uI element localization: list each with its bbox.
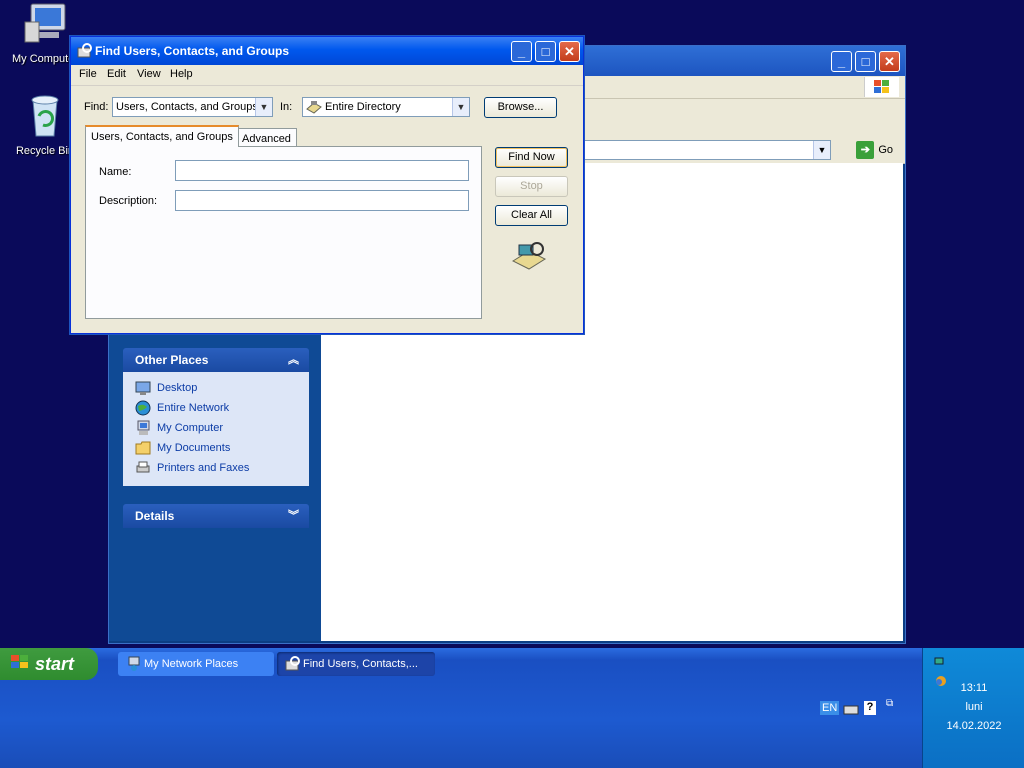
details-title: Details xyxy=(135,509,175,523)
maximize-button[interactable]: □ xyxy=(855,51,876,72)
windows-flag-icon xyxy=(10,649,30,681)
place-link-entire-network[interactable]: Entire Network xyxy=(135,398,309,418)
menu-view[interactable]: View xyxy=(137,68,161,80)
chevron-down-icon[interactable]: ▼ xyxy=(255,98,272,116)
address-dropdown-icon[interactable]: ▼ xyxy=(813,141,830,159)
browse-button[interactable]: Browse... xyxy=(484,97,557,118)
name-label: Name: xyxy=(99,166,132,178)
menu-edit[interactable]: Edit xyxy=(107,68,126,80)
system-tray: 13:11 luni 14.02.2022 xyxy=(922,648,1024,768)
start-label: start xyxy=(35,654,75,674)
clock-date: 14.02.2022 xyxy=(946,720,1002,732)
other-places-panel: Other Places ︽ Desktop Entire Network My… xyxy=(123,348,309,486)
menu-help[interactable]: Help xyxy=(170,68,193,80)
place-link-my-documents[interactable]: My Documents xyxy=(135,438,309,458)
printer-icon xyxy=(135,460,151,476)
minimize-button[interactable]: _ xyxy=(511,41,532,62)
my-documents-icon xyxy=(135,440,151,456)
network-globe-icon xyxy=(135,400,151,416)
tab-panel: Name: Description: xyxy=(85,146,482,319)
network-places-icon xyxy=(126,656,142,681)
name-field[interactable] xyxy=(175,160,469,181)
dialog-menu-bar: File Edit View Help xyxy=(71,65,583,86)
clock-day: luni xyxy=(965,701,983,713)
details-panel: Details ︾ xyxy=(123,504,309,528)
place-link-label: My Computer xyxy=(157,422,224,434)
taskbar: start My Network Places Find Users, Cont… xyxy=(0,648,1024,768)
go-button[interactable]: ➔ Go xyxy=(856,140,893,160)
start-button[interactable]: start xyxy=(0,648,98,680)
other-places-header[interactable]: Other Places ︽ xyxy=(123,348,309,372)
search-scope-select[interactable]: Entire Directory ▼ xyxy=(302,97,470,117)
restore-down-icon[interactable]: ⧉ xyxy=(886,698,893,709)
other-places-title: Other Places xyxy=(135,353,209,367)
find-type-select[interactable]: Users, Contacts, and Groups ▼ xyxy=(112,97,273,117)
taskbar-button-network-places[interactable]: My Network Places xyxy=(118,652,274,676)
taskbar-button-label: Find Users, Contacts,... xyxy=(303,658,418,670)
in-label: In: xyxy=(280,101,293,113)
search-scope-value: Entire Directory xyxy=(325,101,401,113)
my-computer-icon xyxy=(135,420,151,436)
clear-all-button[interactable]: Clear All xyxy=(495,205,568,226)
windows-logo-icon xyxy=(864,77,899,97)
stop-button[interactable]: Stop xyxy=(495,176,568,197)
place-link-label: Desktop xyxy=(157,382,198,394)
find-now-button[interactable]: Find Now xyxy=(495,147,568,168)
tab-users-contacts-groups[interactable]: Users, Contacts, and Groups xyxy=(85,125,239,147)
collapse-chevron-icon[interactable]: ︽ xyxy=(288,348,299,372)
place-link-label: Printers and Faxes xyxy=(157,462,250,474)
clock-time[interactable]: 13:11 xyxy=(923,682,1024,694)
dialog-title: Find Users, Contacts, and Groups xyxy=(95,44,290,58)
keyboard-icon[interactable] xyxy=(843,704,859,719)
taskbar-button-find-users[interactable]: Find Users, Contacts,... xyxy=(277,652,435,676)
help-icon[interactable]: ? xyxy=(864,701,876,715)
description-label: Description: xyxy=(99,195,158,207)
find-users-icon xyxy=(285,656,301,681)
taskbar-button-label: My Network Places xyxy=(144,658,239,670)
minimize-button[interactable]: _ xyxy=(831,51,852,72)
details-header[interactable]: Details ︾ xyxy=(123,504,309,528)
place-link-label: My Documents xyxy=(157,442,231,454)
find-label: Find: xyxy=(84,101,109,113)
close-button[interactable]: ✕ xyxy=(559,41,580,62)
desktop-icon xyxy=(135,380,151,396)
description-field[interactable] xyxy=(175,190,469,211)
tab-advanced[interactable]: Advanced xyxy=(236,128,297,148)
network-tray-icon[interactable] xyxy=(933,656,947,673)
language-indicator[interactable]: EN xyxy=(820,701,840,715)
place-link-printers[interactable]: Printers and Faxes xyxy=(135,458,309,478)
go-arrow-icon: ➔ xyxy=(856,141,875,159)
close-button[interactable]: ✕ xyxy=(879,51,900,72)
expand-chevron-icon[interactable]: ︾ xyxy=(288,504,299,528)
menu-file[interactable]: File xyxy=(79,68,97,80)
place-link-label: Entire Network xyxy=(157,402,230,414)
find-users-dialog: Find Users, Contacts, and Groups _ □ ✕ F… xyxy=(70,36,584,334)
find-users-icon xyxy=(77,43,93,62)
my-computer-icon xyxy=(24,3,66,43)
dialog-titlebar[interactable]: Find Users, Contacts, and Groups _ □ ✕ xyxy=(71,37,583,65)
place-link-desktop[interactable]: Desktop xyxy=(135,378,309,398)
go-label: Go xyxy=(878,144,893,156)
find-type-value: Users, Contacts, and Groups xyxy=(116,101,258,113)
place-link-my-computer[interactable]: My Computer xyxy=(135,418,309,438)
recycle-bin-icon xyxy=(31,95,59,137)
maximize-button[interactable]: □ xyxy=(535,41,556,62)
directory-icon xyxy=(306,99,322,121)
chevron-down-icon[interactable]: ▼ xyxy=(452,98,469,116)
search-directory-icon xyxy=(511,239,547,276)
